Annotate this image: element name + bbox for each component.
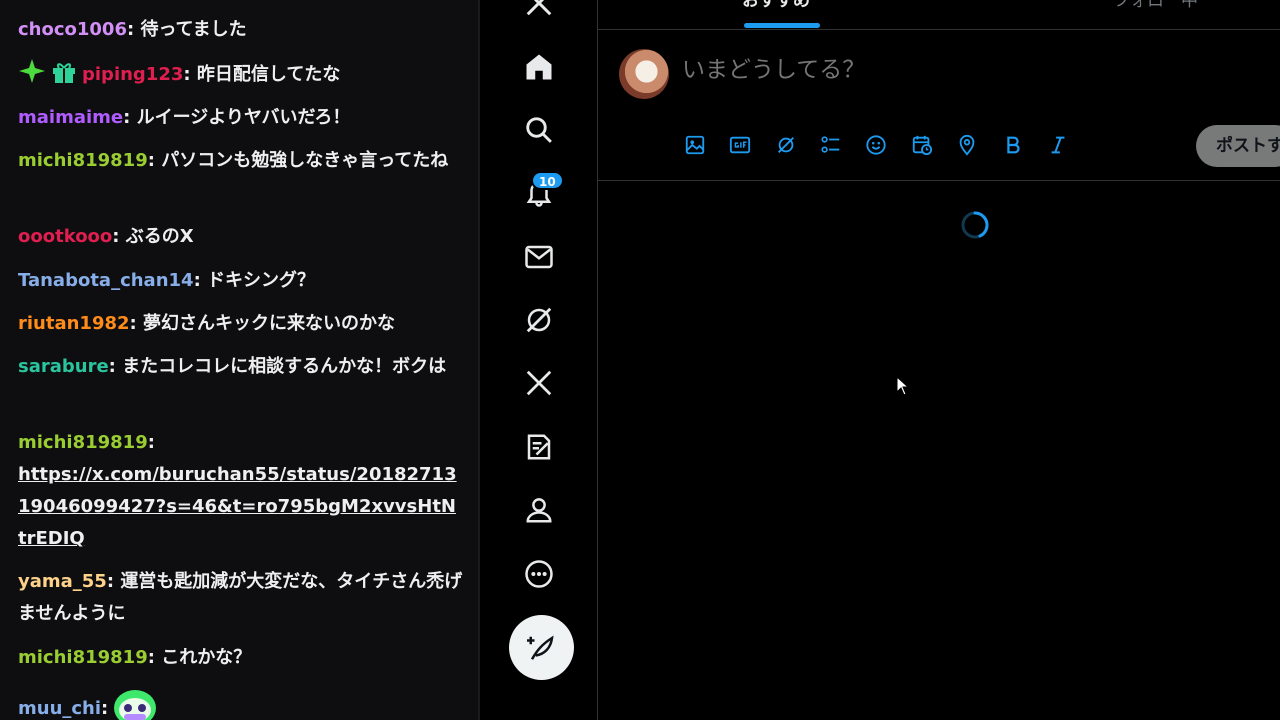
compose-post-button[interactable] [509,615,574,680]
more-icon[interactable] [522,557,556,591]
x-side-nav: 10 [480,0,597,720]
chat-message: michi819819: https://x.com/buruchan55/st… [18,432,457,549]
active-tab-indicator [744,23,820,28]
chat-link[interactable]: https://x.com/buruchan55/status/20182713… [18,464,457,549]
chat-text: ぶるのX [125,226,194,247]
chat-text: これかな？ [161,647,252,668]
timeline-main: おすすめ フォロー中 ポストす [598,0,1280,720]
chat-message: sarabure: またコレコレに相談するんかな！ボクは [18,356,447,377]
italic-icon[interactable] [1046,133,1070,157]
poll-icon[interactable] [819,133,843,157]
chat-username[interactable]: sarabure [18,356,109,377]
avatar[interactable] [619,49,669,99]
loading-spinner-icon [960,210,990,240]
tab-for-you[interactable]: おすすめ [742,0,810,11]
mail-icon[interactable] [522,240,556,274]
chat-message: michi819819: パソコンも勉強しなきゃ言ってたね [18,150,449,171]
chat-message: piping123: 昨日配信してたな [18,58,464,95]
chat-message: michi819819: これかな？ [18,647,252,668]
chat-username[interactable]: michi819819 [18,647,148,668]
x-premium-icon[interactable] [522,366,556,400]
chat-username[interactable]: michi819819 [18,150,148,171]
chat-message: oootkooo: ぶるのX [18,226,194,247]
chat-username[interactable]: riutan1982 [18,313,130,334]
gif-icon[interactable] [728,133,752,157]
chat-username[interactable]: muu_chi [18,698,101,719]
chat-text: 待ってました [140,19,247,40]
image-icon[interactable] [683,133,707,157]
chat-text: ルイージよりヤバいだろ！ [136,107,351,128]
tab-following[interactable]: フォロー中 [1113,0,1198,11]
chat-message: riutan1982: 夢幻さんキックに来ないのかな [18,313,395,334]
timeline-tabs: おすすめ フォロー中 [598,0,1280,30]
home-icon[interactable] [522,50,556,84]
green-ghost-emote-icon [112,686,158,720]
compose-input[interactable] [682,57,1162,83]
chat-username[interactable]: Tanabota_chan14 [18,270,194,291]
bold-icon[interactable] [1001,133,1025,157]
chat-message: yama_55: 運営も匙加減が大変だな、タイチさん禿げませんように [18,571,463,624]
lists-icon[interactable] [522,430,556,464]
gift-badge-icon [52,62,76,95]
chat-message: maimaime: ルイージよりヤバいだろ！ [18,107,351,128]
sparkle-badge-icon [18,58,46,95]
chat-message: Tanabota_chan14: ドキシング？ [18,270,316,291]
schedule-icon[interactable] [910,133,934,157]
grok-icon[interactable] [522,303,556,337]
feather-plus-icon [526,635,554,660]
x-logo-icon[interactable] [522,0,556,20]
search-icon[interactable] [522,113,556,147]
profile-icon[interactable] [522,493,556,527]
chat-text: 夢幻さんキックに来ないのかな [143,313,395,334]
chat-text: またコレコレに相談するんかな！ボクは [122,356,447,377]
chat-text: ドキシング？ [207,270,316,291]
mouse-cursor-icon [896,376,910,396]
chat-username[interactable]: oootkooo [18,226,112,247]
chat-message: choco1006: 待ってました [18,19,247,40]
chat-text: パソコンも勉強しなきゃ言ってたね [161,150,449,171]
post-button[interactable]: ポストする [1196,125,1280,167]
chat-username[interactable]: yama_55 [18,571,107,592]
chat-username[interactable]: choco1006 [18,19,127,40]
emoji-icon[interactable] [864,133,888,157]
chat-message: muu_chi: [18,686,464,720]
chat-panel: choco1006: 待ってました piping123: 昨日配信してたな ma… [0,0,478,720]
post-composer: ポストする [598,31,1280,181]
notification-badge: 10 [531,171,564,190]
grok-icon[interactable] [774,133,798,157]
chat-text: 昨日配信してたな [196,64,341,85]
chat-username[interactable]: michi819819 [18,432,148,453]
location-icon[interactable] [955,133,979,157]
chat-username[interactable]: piping123 [82,64,183,85]
chat-username[interactable]: maimaime [18,107,123,128]
